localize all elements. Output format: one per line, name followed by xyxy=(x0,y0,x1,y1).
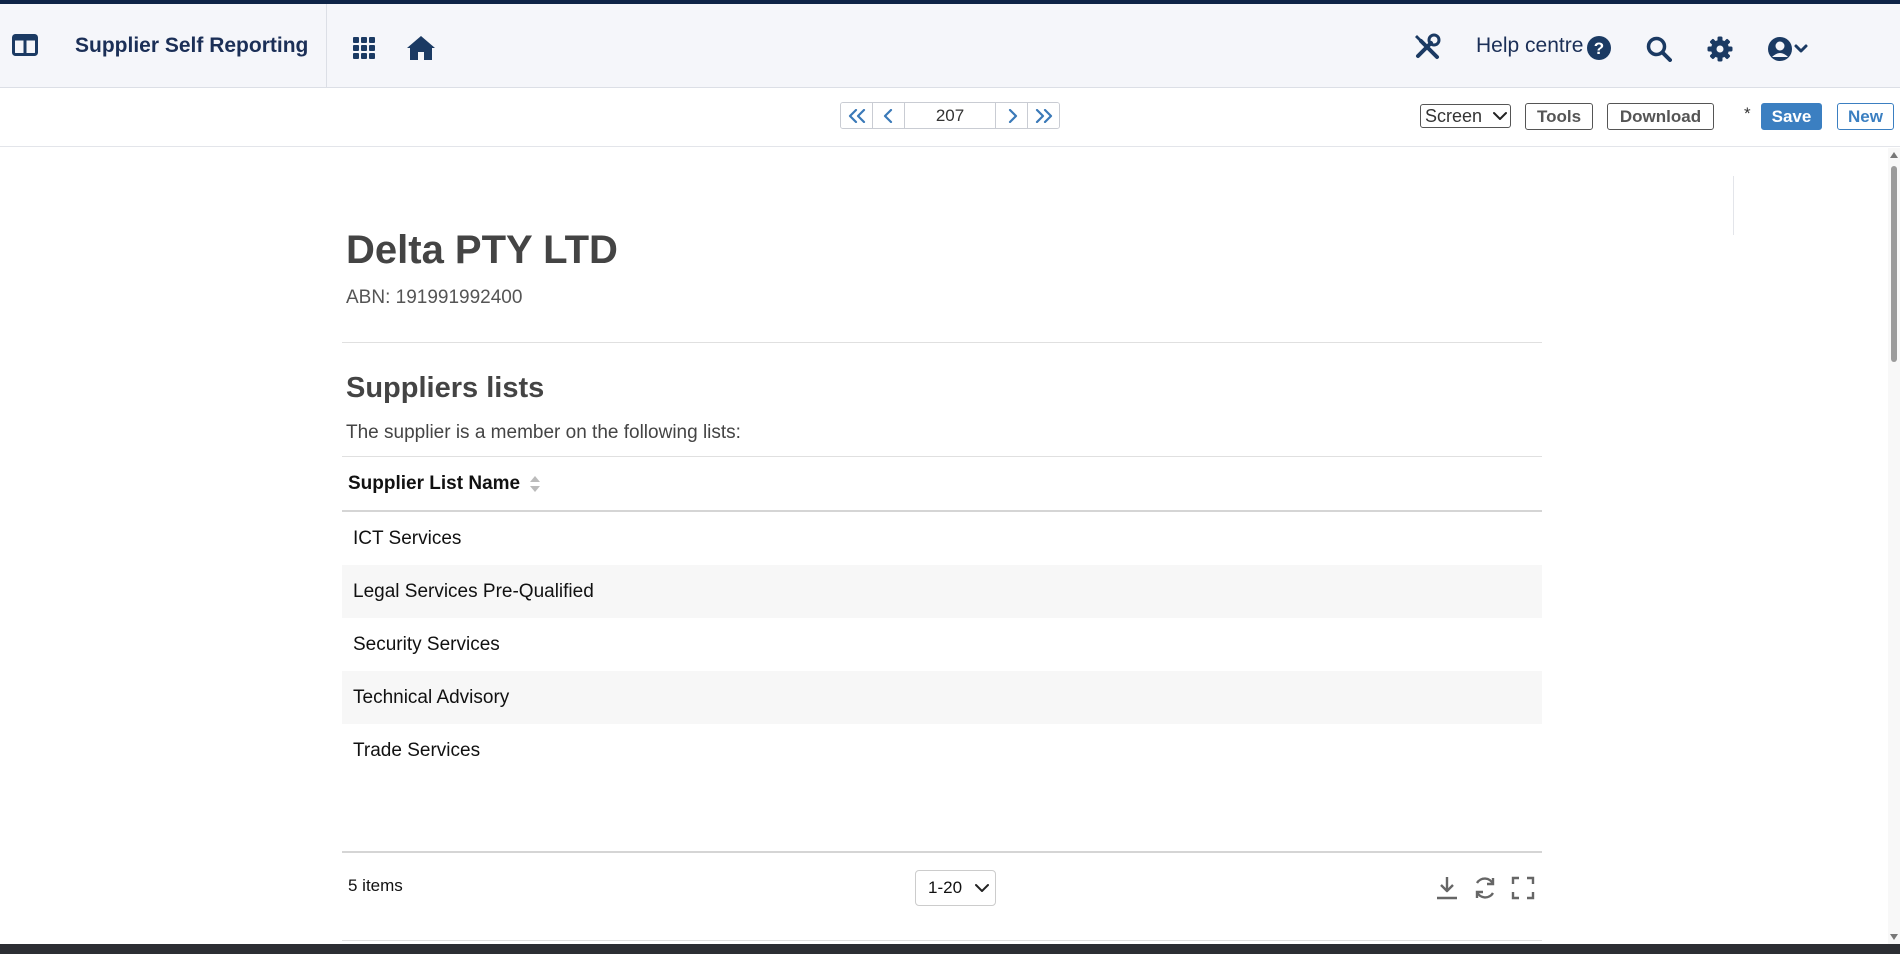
previous-record-button[interactable] xyxy=(873,103,905,128)
sort-icon[interactable] xyxy=(529,475,541,493)
chevron-right-icon xyxy=(1008,108,1017,123)
svg-text:?: ? xyxy=(1594,39,1604,58)
record-pager xyxy=(840,102,1060,129)
chevron-down-icon xyxy=(1490,111,1510,121)
footer-bottom-divider xyxy=(342,940,1542,941)
apps-grid-icon[interactable] xyxy=(350,34,378,62)
next-record-button[interactable] xyxy=(995,103,1027,128)
page-size-select[interactable]: 1-20 xyxy=(915,870,996,906)
fullscreen-icon[interactable] xyxy=(1509,874,1537,902)
top-header: Supplier Self Reporting Help centre ? xyxy=(0,0,1900,88)
table-row[interactable]: ICT Services xyxy=(342,512,1542,565)
table-row[interactable]: Security Services xyxy=(342,618,1542,671)
tools-icon[interactable] xyxy=(1412,32,1442,62)
chevron-down-icon xyxy=(969,883,995,893)
panel-toggle-icon[interactable] xyxy=(10,30,40,60)
header-divider xyxy=(326,4,327,88)
unsaved-indicator: * xyxy=(1744,104,1751,123)
suppliers-lists-description: The supplier is a member on the followin… xyxy=(346,422,741,443)
download-button[interactable]: Download xyxy=(1607,103,1714,130)
company-name: Delta PTY LTD xyxy=(346,228,618,272)
abn-text: ABN: 191991992400 xyxy=(346,287,523,308)
scroll-up-arrow-icon[interactable] xyxy=(1890,152,1898,158)
help-circle-icon[interactable]: ? xyxy=(1585,34,1613,62)
table-footer-divider xyxy=(342,851,1542,853)
chevron-left-icon xyxy=(883,108,892,123)
toolbar-divider xyxy=(1733,176,1734,235)
last-record-button[interactable] xyxy=(1027,103,1059,128)
table-row[interactable]: Trade Services xyxy=(342,724,1542,777)
scroll-down-arrow-icon[interactable] xyxy=(1890,934,1898,940)
section-divider xyxy=(342,342,1542,343)
gear-icon[interactable] xyxy=(1705,34,1735,64)
new-button[interactable]: New xyxy=(1837,103,1894,130)
column-header-supplier-list-name[interactable]: Supplier List Name xyxy=(348,473,520,495)
help-centre-link[interactable]: Help centre xyxy=(1476,34,1583,58)
view-mode-select[interactable]: Screen xyxy=(1420,104,1511,128)
table-header-row: Supplier List Name xyxy=(342,457,1542,512)
app-title[interactable]: Supplier Self Reporting xyxy=(75,34,308,58)
export-download-icon[interactable] xyxy=(1433,874,1461,902)
items-count: 5 items xyxy=(348,876,403,895)
record-number-input[interactable] xyxy=(905,103,995,128)
page-scrollbar[interactable] xyxy=(1888,148,1900,944)
window-bottom-edge xyxy=(0,944,1900,954)
table-row[interactable]: Legal Services Pre-Qualified xyxy=(342,565,1542,618)
scrollbar-thumb[interactable] xyxy=(1891,166,1897,362)
table-row[interactable]: Technical Advisory xyxy=(342,671,1542,724)
view-mode-value: Screen xyxy=(1425,105,1483,126)
home-icon[interactable] xyxy=(405,34,437,62)
suppliers-lists-title: Suppliers lists xyxy=(346,372,545,404)
refresh-icon[interactable] xyxy=(1471,874,1499,902)
tools-button[interactable]: Tools xyxy=(1525,103,1593,130)
page-size-value: 1-20 xyxy=(928,878,963,897)
double-chevron-right-icon xyxy=(1035,108,1052,123)
user-account-icon[interactable] xyxy=(1766,34,1812,64)
search-icon[interactable] xyxy=(1644,34,1674,64)
first-record-button[interactable] xyxy=(841,103,873,128)
double-chevron-left-icon xyxy=(848,108,865,123)
save-button[interactable]: Save xyxy=(1761,103,1822,130)
